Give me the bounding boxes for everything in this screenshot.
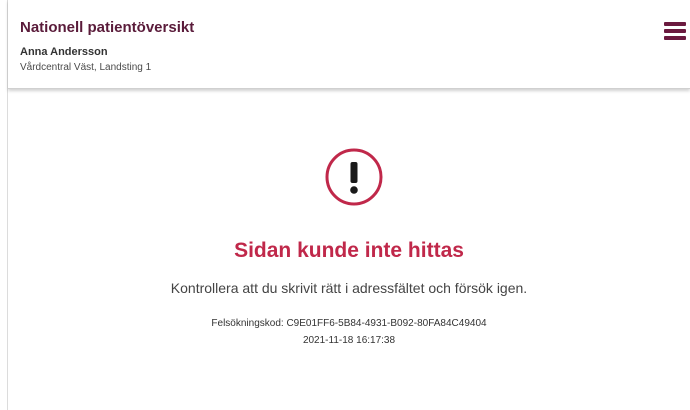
- user-name: Anna Andersson: [20, 46, 108, 58]
- error-description: Kontrollera att du skrivit rätt i adress…: [170, 280, 528, 296]
- exclamation-circle-icon: [325, 148, 383, 206]
- app-title: Nationell patientöversikt: [20, 19, 195, 36]
- debug-code: Felsökningskod: C9E01FF6-5B84-4931-B092-…: [211, 318, 487, 329]
- app-header: Nationell patientöversikt Anna Andersson…: [8, 0, 690, 89]
- page: Nationell patientöversikt Anna Andersson…: [0, 0, 690, 410]
- user-unit: Vårdcentral Väst, Landsting 1: [20, 62, 152, 73]
- error-timestamp: 2021-11-18 16:17:38: [302, 335, 396, 346]
- hamburger-menu-icon[interactable]: [664, 20, 688, 40]
- menu-line: [664, 36, 686, 40]
- left-edge: [0, 0, 8, 410]
- menu-line: [664, 22, 686, 26]
- error-title: Sidan kunde inte hittas: [234, 239, 464, 262]
- error-content: Sidan kunde inte hittas Kontrollera att …: [8, 89, 690, 410]
- menu-line: [664, 29, 686, 33]
